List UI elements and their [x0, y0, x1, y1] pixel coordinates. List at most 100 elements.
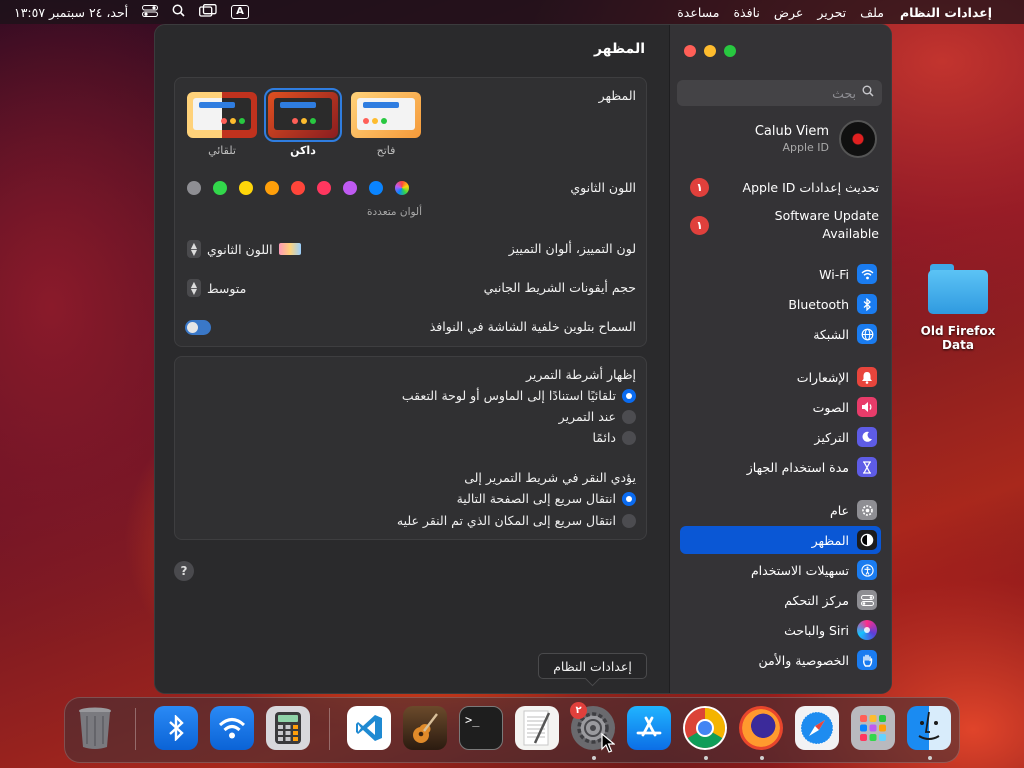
- safari-icon[interactable]: [795, 706, 839, 750]
- radio-button[interactable]: [622, 409, 636, 424]
- menu-view[interactable]: عرض: [774, 5, 803, 20]
- highlight-color-label: لون التمييز، ألوان التمييز: [508, 241, 636, 256]
- radio-button[interactable]: [622, 388, 636, 403]
- trash-icon[interactable]: [73, 706, 117, 750]
- sidebar-item-accessibility[interactable]: تسهيلات الاستخدام: [680, 556, 881, 584]
- terminal-icon[interactable]: >_: [459, 706, 503, 750]
- appearance-icon: [857, 530, 877, 550]
- appearance-label: المظهر: [598, 88, 636, 103]
- textedit-icon[interactable]: [515, 706, 559, 750]
- search-field[interactable]: بحث: [677, 80, 882, 106]
- radio-button[interactable]: [622, 430, 636, 445]
- accent-green-swatch[interactable]: [213, 181, 227, 195]
- globe-icon: [857, 324, 877, 344]
- sidebar-item-wifi[interactable]: Wi-Fi: [680, 260, 881, 288]
- sidebar-item-notifications[interactable]: الإشعارات: [680, 363, 881, 391]
- sidebar-item-privacy[interactable]: الخصوصية والأمن: [680, 646, 881, 674]
- scrollbars-option-always[interactable]: دائمًا: [592, 430, 636, 445]
- firefox-icon[interactable]: [739, 706, 783, 750]
- appearance-light-option[interactable]: [351, 92, 421, 138]
- highlight-color-popup[interactable]: ▲ ▼ اللون الثانوي: [187, 240, 301, 258]
- software-update-alert[interactable]: Software Update Available ١: [682, 207, 879, 243]
- wallpaper-tinting-toggle[interactable]: [185, 320, 211, 335]
- wifi-icon: [857, 264, 877, 284]
- chrome-icon[interactable]: [683, 706, 727, 750]
- sidebar-item-sound[interactable]: الصوت: [680, 393, 881, 421]
- calculator-icon[interactable]: [266, 706, 310, 750]
- gear-icon: [857, 500, 877, 520]
- radio-button[interactable]: [622, 513, 636, 528]
- menu-edit[interactable]: تحرير: [817, 5, 846, 20]
- speaker-icon: [857, 397, 877, 417]
- sidebar-item-label: الصوت: [812, 399, 849, 415]
- running-indicator: [760, 756, 764, 760]
- sidebar-item-label: التركيز: [814, 429, 849, 445]
- accent-yellow-swatch[interactable]: [239, 181, 253, 195]
- click-scrollbar-option-next-page[interactable]: انتقال سريع إلى الصفحة التالية: [457, 491, 636, 506]
- menu-app-name[interactable]: إعدادات النظام: [900, 5, 992, 20]
- sidebar-item-label: الإشعارات: [796, 369, 849, 385]
- accent-orange-swatch[interactable]: [265, 181, 279, 195]
- sidebar-item-screen-time[interactable]: مدة استخدام الجهاز: [680, 453, 881, 481]
- sidebar-item-label: Siri والباحث: [784, 622, 849, 638]
- help-button[interactable]: ?: [174, 561, 194, 581]
- sidebar-item-general[interactable]: عام: [680, 496, 881, 524]
- finder-icon[interactable]: [907, 706, 951, 750]
- screen-mirroring-icon[interactable]: [199, 4, 217, 20]
- menu-bar: إعدادات النظام ملف تحرير عرض نافذة مساعد…: [0, 0, 1024, 24]
- zoom-button[interactable]: [724, 45, 736, 57]
- wifi-icon[interactable]: [210, 706, 254, 750]
- menu-window[interactable]: نافذة: [733, 5, 759, 20]
- accent-pink-swatch[interactable]: [317, 181, 331, 195]
- accent-multicolor-swatch[interactable]: [395, 181, 409, 195]
- control-center-menu-icon[interactable]: [142, 4, 159, 20]
- apple-id-update-alert[interactable]: تحديث إعدادات Apple ID ١: [682, 178, 879, 197]
- menu-file[interactable]: ملف: [860, 5, 884, 20]
- accent-color-label: اللون الثانوي: [570, 180, 636, 195]
- dock-tooltip: إعدادات النظام: [538, 653, 647, 679]
- alert-label: تحديث إعدادات Apple ID: [742, 179, 879, 195]
- click-scrollbar-option-clicked-spot[interactable]: انتقال سريع إلى المكان الذي تم النقر علي…: [397, 513, 636, 528]
- appearance-light-caption: فاتح: [376, 144, 396, 157]
- sidebar-icon-size-popup[interactable]: ▲ ▼ متوسط: [187, 279, 246, 297]
- close-button[interactable]: [684, 45, 696, 57]
- accent-red-swatch[interactable]: [291, 181, 305, 195]
- sidebar-item-focus[interactable]: التركيز: [680, 423, 881, 451]
- radio-button[interactable]: [622, 491, 636, 506]
- bluetooth-icon[interactable]: [154, 706, 198, 750]
- menu-clock[interactable]: أحد، ٢٤ سبتمبر ١٣:٥٧: [14, 5, 128, 20]
- desktop-folder[interactable]: Old Firefox Data: [908, 262, 1008, 352]
- accent-caption: ألوان متعددة: [367, 206, 423, 218]
- click-scrollbar-label: يؤدي النقر في شريط التمرير إلى: [464, 470, 636, 485]
- minimize-button[interactable]: [704, 45, 716, 57]
- appearance-auto-caption: تلقائي: [208, 144, 236, 157]
- sidebar-item-siri[interactable]: Siri والباحث: [680, 616, 881, 644]
- input-source-icon[interactable]: A: [231, 5, 249, 19]
- radio-label: انتقال سريع إلى الصفحة التالية: [456, 491, 616, 506]
- sidebar-item-bluetooth[interactable]: Bluetooth: [680, 290, 881, 318]
- launchpad-icon[interactable]: [851, 706, 895, 750]
- accent-graphite-swatch[interactable]: [187, 181, 201, 195]
- vscode-icon[interactable]: [347, 706, 391, 750]
- garageband-icon[interactable]: [403, 706, 447, 750]
- scrollbars-option-auto[interactable]: تلقائيًا استنادًا إلى الماوس أو لوحة الت…: [402, 388, 636, 403]
- sidebar-item-label: الشبكة: [813, 326, 849, 342]
- scrollbars-option-scrolling[interactable]: عند التمرير: [559, 409, 636, 424]
- appearance-auto-option[interactable]: [187, 92, 257, 138]
- sidebar-item-appearance[interactable]: المظهر: [680, 526, 881, 554]
- app-store-icon[interactable]: [627, 706, 671, 750]
- accent-purple-swatch[interactable]: [343, 181, 357, 195]
- apple-id-account[interactable]: Calub Viem Apple ID: [684, 119, 877, 159]
- alert-badge: ١: [690, 215, 709, 235]
- accessibility-icon: [857, 560, 877, 580]
- appearance-dark-option[interactable]: [264, 88, 342, 142]
- highlight-swatch: [278, 243, 301, 255]
- hourglass-icon: [857, 457, 877, 477]
- account-subtitle: Apple ID: [782, 141, 829, 154]
- spotlight-search-icon[interactable]: [172, 4, 185, 20]
- sidebar-item-control-center[interactable]: مركز التحكم: [680, 586, 881, 614]
- wallpaper-tinting-label: السماح بتلوين خلفية الشاشة في النوافذ: [429, 319, 636, 334]
- menu-help[interactable]: مساعدة: [677, 5, 719, 20]
- sidebar-item-network[interactable]: الشبكة: [680, 320, 881, 348]
- accent-blue-swatch[interactable]: [369, 181, 383, 195]
